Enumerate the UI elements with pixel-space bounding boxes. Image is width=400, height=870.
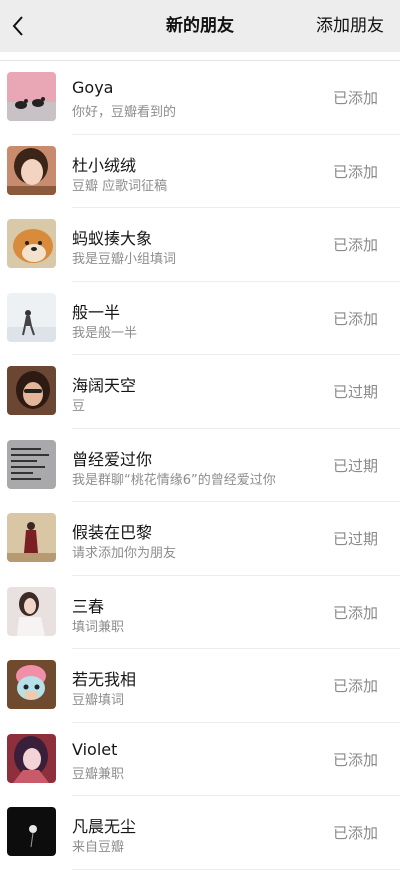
friend-message: 豆 [72, 399, 86, 414]
avatar [7, 366, 56, 415]
friend-name: 三春 [72, 596, 105, 616]
friend-message: 我是般一半 [72, 325, 138, 341]
list-item[interactable]: 若无我相 豆瓣填词 已添加 [0, 649, 400, 723]
avatar [7, 219, 56, 268]
status-label: 已过期 [332, 530, 378, 548]
list-item[interactable]: 般一半 我是般一半 已添加 [0, 282, 400, 356]
status-label: 已添加 [332, 89, 378, 107]
friend-message: 来自豆瓣 [72, 840, 125, 855]
status-label: 已添加 [332, 750, 378, 769]
avatar [7, 439, 56, 489]
friend-name: 假装在巴黎 [72, 523, 153, 542]
avatar [7, 72, 56, 121]
list-item[interactable]: Violet 豆瓣兼职 已添加 [0, 723, 400, 797]
status-label: 已添加 [332, 309, 378, 328]
avatar [7, 145, 56, 195]
friend-name: 海阔天空 [72, 376, 137, 395]
avatar [7, 807, 56, 856]
list-item[interactable]: 蚂蚁揍大象 我是豆瓣小组填词 已添加 [0, 208, 400, 282]
status-label: 已添加 [332, 603, 378, 622]
friend-request-list: Goya 你好，豆瓣看到的 已添加 杜小绒绒 豆瓣 应歌词征稿 已添加 蚂蚁揍大… [0, 60, 400, 870]
list-item[interactable]: 海阔天空 豆 已过期 [0, 355, 400, 429]
friend-message: 我是豆瓣小组填词 [72, 252, 177, 267]
status-label: 已过期 [332, 383, 378, 401]
friend-message: 豆瓣兼职 [72, 766, 125, 782]
back-button[interactable] [6, 13, 30, 39]
add-friend-button[interactable]: 添加朋友 [316, 0, 384, 52]
friend-name: Violet [72, 739, 118, 759]
list-item[interactable]: Goya 你好，豆瓣看到的 已添加 [0, 61, 400, 135]
avatar [7, 660, 56, 709]
friend-message: 填词兼职 [72, 619, 125, 635]
status-label: 已添加 [332, 162, 378, 181]
status-label: 已添加 [332, 824, 378, 842]
friend-message: 豆瓣填词 [72, 693, 125, 708]
chevron-left-icon [12, 16, 23, 36]
friend-name: 般一半 [72, 302, 121, 322]
list-item[interactable]: 杜小绒绒 豆瓣 应歌词征稿 已添加 [0, 135, 400, 209]
friend-name: 若无我相 [72, 670, 137, 689]
friend-message: 你好，豆瓣看到的 [72, 105, 177, 120]
list-item[interactable]: 三春 填词兼职 已添加 [0, 576, 400, 650]
status-label: 已添加 [332, 236, 378, 254]
status-label: 已过期 [332, 456, 378, 475]
friend-message: 我是群聊“桃花情缘6”的曾经爱过你 [72, 472, 276, 488]
friend-name: 曾经爱过你 [72, 449, 153, 469]
friend-message: 豆瓣 应歌词征稿 [72, 178, 168, 194]
avatar [7, 733, 56, 783]
list-item[interactable]: 凡晨无尘 来自豆瓣 已添加 [0, 796, 400, 870]
list-item[interactable]: 曾经爱过你 我是群聊“桃花情缘6”的曾经爱过你 已过期 [0, 429, 400, 503]
avatar [7, 513, 56, 562]
friend-message: 请求添加你为朋友 [72, 546, 177, 561]
list-item[interactable]: 假装在巴黎 请求添加你为朋友 已过期 [0, 502, 400, 576]
friend-name: Goya [72, 78, 114, 97]
friend-name: 凡晨无尘 [72, 817, 137, 836]
avatar [7, 292, 56, 342]
status-label: 已添加 [332, 677, 378, 695]
friend-name: 杜小绒绒 [72, 155, 137, 175]
friend-name: 蚂蚁揍大象 [72, 229, 153, 248]
page-title: 新的朋友 [166, 16, 234, 36]
avatar [7, 586, 56, 636]
top-bar: 新的朋友 添加朋友 [0, 0, 400, 52]
